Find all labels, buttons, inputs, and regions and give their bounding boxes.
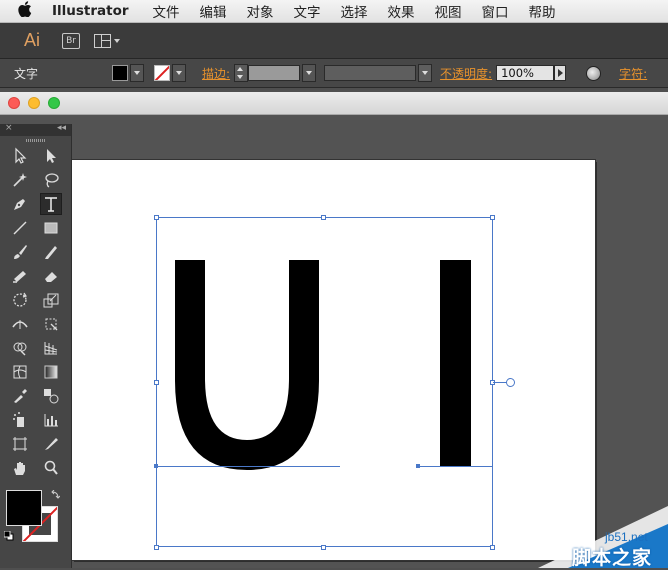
type-t-icon: [45, 197, 58, 212]
hand-icon: [13, 462, 25, 475]
width-icon: [12, 320, 28, 329]
gradient-tool[interactable]: [40, 361, 62, 383]
slice-knife-icon: [45, 438, 59, 450]
mesh-icon: [13, 365, 27, 379]
eyedropper-icon: [13, 389, 27, 403]
scale-tool[interactable]: [40, 289, 62, 311]
pencil-tool[interactable]: [40, 241, 62, 263]
hand-tool[interactable]: [9, 457, 31, 479]
line-segment-tool[interactable]: [9, 217, 31, 239]
pen-icon: [13, 199, 25, 210]
resize-handle[interactable]: [490, 545, 495, 550]
direct-selection-tool[interactable]: [40, 145, 62, 167]
out-port-handle[interactable]: [506, 378, 515, 387]
anchor-point[interactable]: [416, 464, 420, 468]
rectangle-tool[interactable]: [40, 217, 62, 239]
artboard-tool[interactable]: [9, 433, 31, 455]
resize-handle[interactable]: [154, 545, 159, 550]
shape-builder-icon: [13, 342, 27, 356]
text-baseline: [418, 466, 493, 467]
swap-fill-stroke-icon[interactable]: [50, 489, 61, 503]
blend-icon: [44, 389, 59, 404]
fill-color-box[interactable]: [6, 490, 42, 526]
artboard-icon: [12, 437, 27, 451]
scale-icon: [43, 293, 59, 308]
blend-tool[interactable]: [40, 385, 62, 407]
magic-wand-icon: [13, 173, 27, 187]
rectangle-icon: [44, 222, 58, 234]
fill-stroke-controls: [0, 486, 71, 546]
zoom-tool[interactable]: [40, 457, 62, 479]
selection-arrow-icon: [15, 147, 27, 164]
watermark-domain: jb51.net: [605, 530, 648, 544]
direct-selection-arrow-icon: [47, 149, 57, 163]
eyedropper-tool[interactable]: [9, 385, 31, 407]
eraser-tool[interactable]: [40, 265, 62, 287]
width-tool[interactable]: [9, 313, 31, 335]
blob-brush-icon: [12, 271, 26, 283]
symbol-sprayer-icon: [12, 412, 24, 427]
resize-handle[interactable]: [321, 545, 326, 550]
paintbrush-icon: [13, 245, 27, 259]
threaded-text-line: [493, 382, 507, 383]
blob-brush-tool[interactable]: [9, 265, 31, 287]
pencil-icon: [45, 246, 58, 259]
eraser-icon: [45, 272, 58, 282]
magnifier-icon: [44, 460, 59, 475]
mesh-tool[interactable]: [9, 361, 31, 383]
slice-tool[interactable]: [40, 433, 62, 455]
type-tool[interactable]: [40, 193, 63, 215]
selection-tool[interactable]: [9, 145, 31, 167]
close-icon[interactable]: ×: [5, 123, 13, 133]
resize-handle[interactable]: [154, 380, 159, 385]
default-fill-stroke-icon[interactable]: [3, 530, 14, 541]
text-baseline: [156, 466, 340, 467]
rotate-tool[interactable]: [9, 289, 31, 311]
pen-tool[interactable]: [9, 193, 31, 215]
magic-wand-tool[interactable]: [9, 169, 31, 191]
free-transform-tool[interactable]: [40, 313, 62, 335]
gradient-icon: [44, 365, 58, 379]
tools-panel: × ◂◂: [0, 123, 72, 568]
resize-handle[interactable]: [321, 215, 326, 220]
lasso-icon: [45, 173, 59, 188]
free-transform-icon: [45, 318, 58, 331]
column-graph-icon: [44, 414, 59, 427]
watermark-brand: 脚本之家: [572, 547, 653, 569]
tools-panel-header[interactable]: × ◂◂: [0, 123, 71, 136]
perspective-grid-icon: [44, 342, 58, 355]
anchor-point[interactable]: [154, 464, 158, 468]
rotate-icon: [13, 292, 27, 307]
perspective-grid-tool[interactable]: [40, 337, 62, 359]
symbol-sprayer-tool[interactable]: [9, 409, 31, 431]
selection-bounding-box[interactable]: [156, 217, 493, 547]
lasso-tool[interactable]: [40, 169, 62, 191]
collapse-icon[interactable]: ◂◂: [57, 123, 66, 133]
shape-builder-tool[interactable]: [9, 337, 31, 359]
resize-handle[interactable]: [490, 215, 495, 220]
column-graph-tool[interactable]: [40, 409, 62, 431]
panel-grip[interactable]: [0, 136, 71, 144]
line-segment-icon: [13, 221, 27, 235]
resize-handle[interactable]: [154, 215, 159, 220]
paintbrush-tool[interactable]: [9, 241, 31, 263]
